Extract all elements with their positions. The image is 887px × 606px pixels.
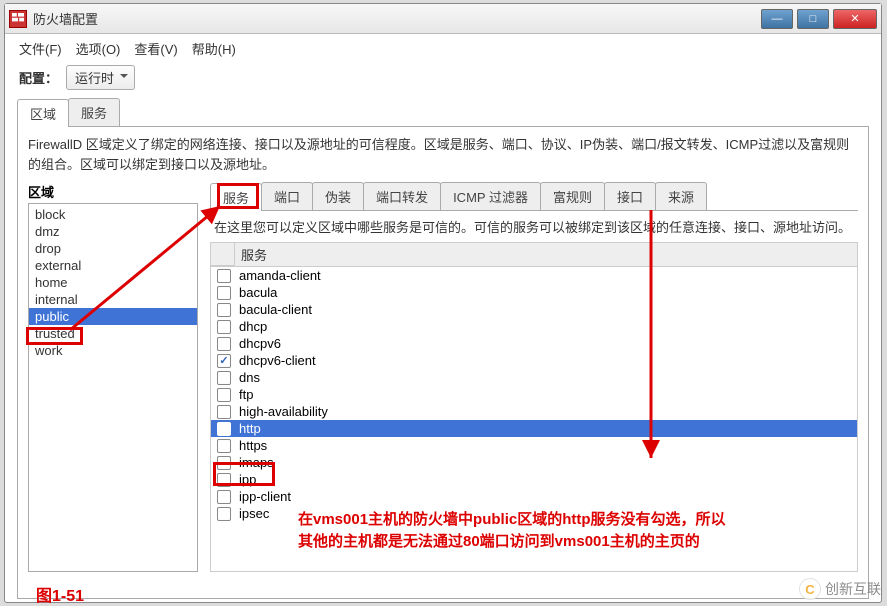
service-row-dhcpv6-client[interactable]: dhcpv6-client: [211, 352, 857, 369]
zone-item-external[interactable]: external: [29, 257, 197, 274]
annotation-figure-label: 图1-51: [36, 582, 84, 606]
minimize-button[interactable]: —: [761, 9, 793, 29]
service-name: amanda-client: [239, 268, 321, 283]
config-dropdown[interactable]: 运行时: [66, 65, 135, 90]
service-name: dns: [239, 370, 260, 385]
service-name: dhcpv6: [239, 336, 281, 351]
service-name: ipsec: [239, 506, 269, 521]
inner-tab[interactable]: 服务: [210, 183, 262, 211]
service-row-ipp[interactable]: ipp: [211, 471, 857, 488]
service-checkbox[interactable]: [217, 371, 231, 385]
inner-tabstrip: 服务端口伪装端口转发ICMP 过滤器富规则接口来源: [210, 182, 858, 211]
outer-tabstrip: 区域 服务: [17, 98, 869, 127]
service-row-amanda-client[interactable]: amanda-client: [211, 267, 857, 284]
menu-file[interactable]: 文件(F): [19, 39, 62, 58]
menu-options[interactable]: 选项(O): [76, 39, 121, 58]
service-checkbox[interactable]: [217, 473, 231, 487]
window-title: 防火墙配置: [33, 9, 761, 28]
service-name: ipp: [239, 472, 256, 487]
zone-item-public[interactable]: public: [29, 308, 197, 325]
service-name: dhcpv6-client: [239, 353, 316, 368]
service-description: 在这里您可以定义区域中哪些服务是可信的。可信的服务可以被绑定到该区域的任意连接、…: [210, 211, 858, 242]
service-row-ftp[interactable]: ftp: [211, 386, 857, 403]
zone-item-block[interactable]: block: [29, 206, 197, 223]
service-checkbox[interactable]: [217, 422, 231, 436]
service-checkbox[interactable]: [217, 507, 231, 521]
inner-tab[interactable]: 接口: [604, 182, 656, 210]
inner-tab[interactable]: 端口: [261, 182, 313, 210]
watermark-text: 创新互联: [825, 579, 881, 599]
tab-zone[interactable]: 区域: [17, 99, 69, 127]
zone-item-dmz[interactable]: dmz: [29, 223, 197, 240]
service-row-dns[interactable]: dns: [211, 369, 857, 386]
zone-list[interactable]: blockdmzdropexternalhomeinternalpublictr…: [28, 203, 198, 572]
service-row-dhcpv6[interactable]: dhcpv6: [211, 335, 857, 352]
zone-description: FirewallD 区域定义了绑定的网络连接、接口以及源地址的可信程度。区域是服…: [28, 135, 858, 174]
service-checkbox[interactable]: [217, 439, 231, 453]
inner-tab[interactable]: 富规则: [540, 182, 605, 210]
service-header: 服务: [234, 242, 858, 266]
service-checkbox[interactable]: [217, 490, 231, 504]
annotation-text-line1: 在vms001主机的防火墙中public区域的http服务没有勾选，所以: [298, 508, 726, 529]
service-checkbox[interactable]: [217, 405, 231, 419]
inner-tab[interactable]: ICMP 过滤器: [440, 182, 541, 210]
service-name: bacula: [239, 285, 277, 300]
menu-help[interactable]: 帮助(H): [192, 39, 236, 58]
watermark-logo-icon: C: [799, 578, 821, 600]
service-row-high-availability[interactable]: high-availability: [211, 403, 857, 420]
annotation-text-line2: 其他的主机都是无法通过80端口访问到vms001主机的主页的: [298, 530, 700, 551]
config-value: 运行时: [75, 71, 114, 86]
service-checkbox[interactable]: [217, 388, 231, 402]
service-checkbox[interactable]: [217, 456, 231, 470]
titlebar: 防火墙配置 — □ ✕: [5, 4, 881, 34]
service-name: imaps: [239, 455, 274, 470]
zone-item-drop[interactable]: drop: [29, 240, 197, 257]
service-row-imaps[interactable]: imaps: [211, 454, 857, 471]
zone-item-work[interactable]: work: [29, 342, 197, 359]
service-name: dhcp: [239, 319, 267, 334]
service-name: ipp-client: [239, 489, 291, 504]
window-buttons: — □ ✕: [761, 9, 877, 29]
service-row-bacula[interactable]: bacula: [211, 284, 857, 301]
watermark: C 创新互联: [799, 578, 881, 600]
tab-service[interactable]: 服务: [68, 98, 120, 126]
inner-tab[interactable]: 来源: [655, 182, 707, 210]
config-label: 配置：: [19, 68, 58, 87]
zone-label: 区域: [28, 182, 198, 201]
service-name: bacula-client: [239, 302, 312, 317]
inner-tab[interactable]: 伪装: [312, 182, 364, 210]
zone-item-home[interactable]: home: [29, 274, 197, 291]
service-row-dhcp[interactable]: dhcp: [211, 318, 857, 335]
zone-item-internal[interactable]: internal: [29, 291, 197, 308]
zone-column: 区域 blockdmzdropexternalhomeinternalpubli…: [28, 182, 198, 572]
service-checkbox[interactable]: [217, 286, 231, 300]
service-checkbox[interactable]: [217, 320, 231, 334]
service-name: https: [239, 438, 267, 453]
service-checkbox[interactable]: [217, 303, 231, 317]
service-row-http[interactable]: http: [211, 420, 857, 437]
service-checkbox[interactable]: [217, 337, 231, 351]
service-row-bacula-client[interactable]: bacula-client: [211, 301, 857, 318]
service-row-https[interactable]: https: [211, 437, 857, 454]
config-bar: 配置： 运行时: [5, 62, 881, 92]
service-checkbox[interactable]: [217, 354, 231, 368]
close-button[interactable]: ✕: [833, 9, 877, 29]
service-checkbox[interactable]: [217, 269, 231, 283]
menu-view[interactable]: 查看(V): [134, 39, 177, 58]
firewall-icon: [9, 10, 27, 28]
service-name: high-availability: [239, 404, 328, 419]
service-name: http: [239, 421, 261, 436]
zone-item-trusted[interactable]: trusted: [29, 325, 197, 342]
inner-tab[interactable]: 端口转发: [363, 182, 441, 210]
menubar: 文件(F) 选项(O) 查看(V) 帮助(H): [5, 34, 881, 62]
maximize-button[interactable]: □: [797, 9, 829, 29]
service-name: ftp: [239, 387, 253, 402]
service-row-ipp-client[interactable]: ipp-client: [211, 488, 857, 505]
